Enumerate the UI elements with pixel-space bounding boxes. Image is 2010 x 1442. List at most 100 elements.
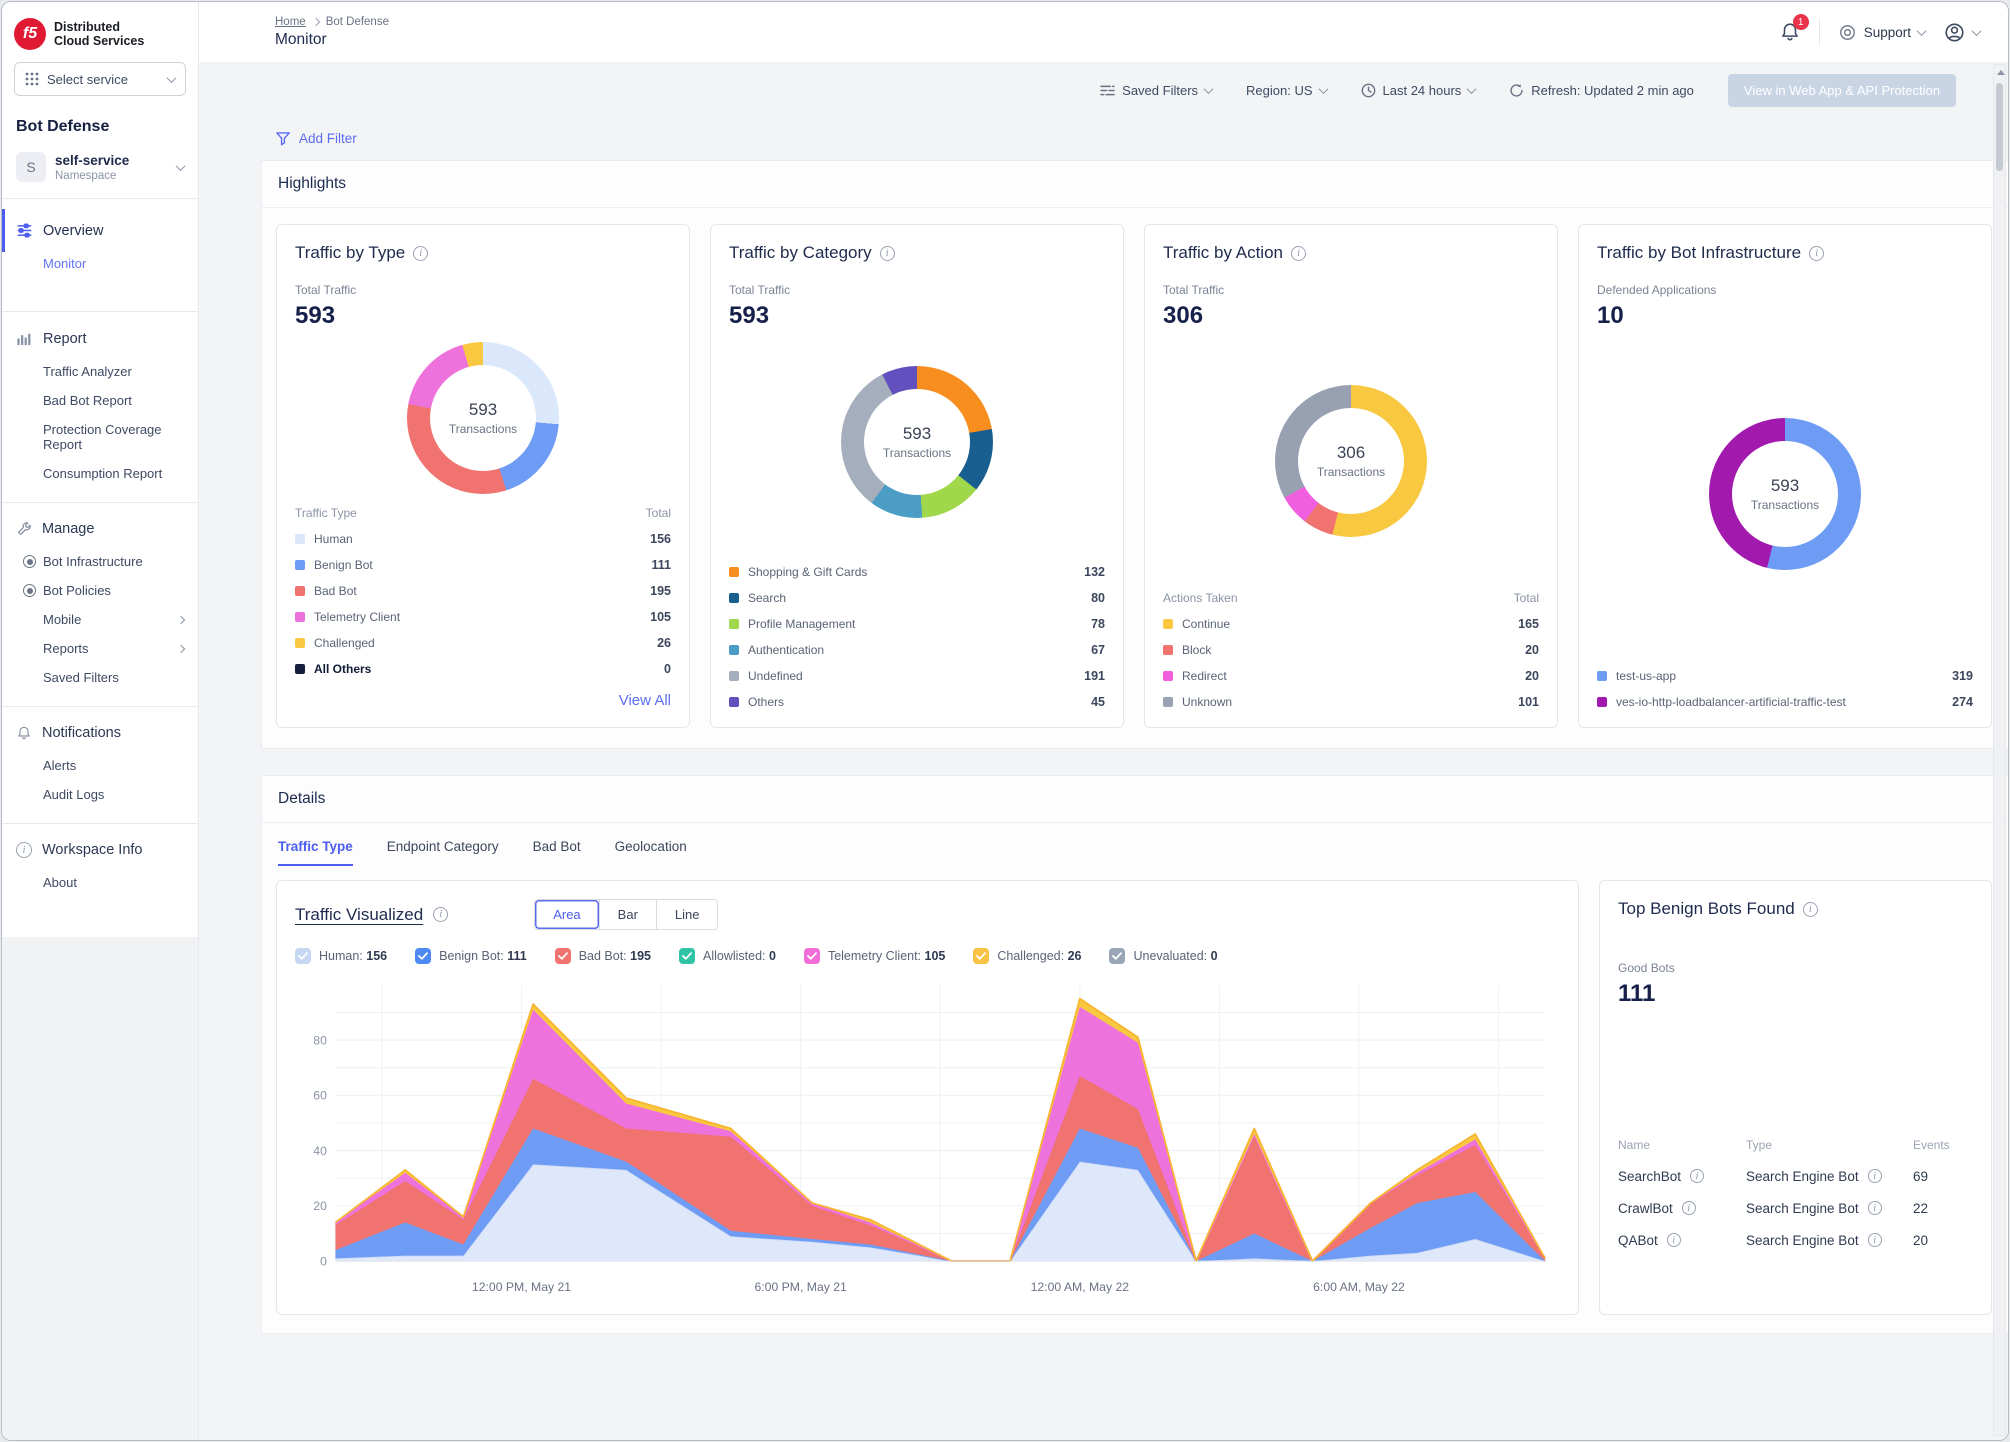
info-icon[interactable]: i [1868,1201,1882,1215]
info-icon[interactable]: i [1667,1233,1681,1247]
legend-color-chip [729,593,739,603]
view-in-waap-button[interactable]: View in Web App & API Protection [1728,74,1956,107]
sidebar-item-alerts[interactable]: Alerts [2,751,198,780]
tab-geolocation[interactable]: Geolocation [615,839,687,866]
svg-text:20: 20 [313,1199,327,1213]
checkbox-icon [1109,948,1125,964]
legend-color-chip [295,586,305,596]
series-checkbox-benign-bot[interactable]: Benign Bot: 111 [415,948,527,964]
series-checkbox-bad-bot[interactable]: Bad Bot: 195 [555,948,651,964]
info-icon[interactable]: i [433,907,448,922]
sidebar-item-traffic-analyzer[interactable]: Traffic Analyzer [2,357,198,386]
scroll-up-arrow-icon[interactable] [1997,70,2005,75]
info-icon[interactable]: i [1868,1233,1882,1247]
series-checkbox-telemetry-client[interactable]: Telemetry Client: 105 [804,948,945,964]
svg-text:40: 40 [313,1144,327,1158]
sidebar-item-protection-coverage-report[interactable]: Protection Coverage Report [2,415,198,459]
donut-center: 593 Transactions [430,365,536,471]
bot-events-cell: 22 [1913,1201,1973,1216]
series-checkbox-unevaluated[interactable]: Unevaluated: 0 [1109,948,1217,964]
bell-icon [16,725,32,741]
chevron-right-icon [177,644,185,652]
legend-color-chip [295,638,305,648]
sidebar-item-mobile[interactable]: Mobile [2,605,198,634]
vertical-scrollbar[interactable] [1993,64,2006,1436]
sidebar-item-bot-infrastructure[interactable]: Bot Infrastructure [2,547,198,576]
svg-text:80: 80 [313,1033,327,1047]
sidebar-group-label: Manage [42,521,94,537]
support-menu[interactable]: Support [1838,23,1925,42]
legend-color-chip [1597,697,1607,707]
series-checkbox-human[interactable]: Human: 156 [295,948,387,964]
breadcrumb-home-link[interactable]: Home [275,16,306,28]
mode-line-button[interactable]: Line [656,900,718,929]
legend-header-label: Traffic Type [295,506,357,520]
sidebar-group-header[interactable]: Report [2,328,198,357]
sidebar-item-label: Bot Policies [43,583,111,598]
sidebar-item-label: Bad Bot Report [43,393,132,408]
scrollbar-thumb[interactable] [1996,83,2003,171]
sidebar-group-manage: Manage Bot Infrastructure Bot Policies M… [2,502,198,706]
sidebar-item-audit-logs[interactable]: Audit Logs [2,780,198,809]
sidebar-item-saved-filters[interactable]: Saved Filters [2,663,198,692]
sidebar-item-bad-bot-report[interactable]: Bad Bot Report [2,386,198,415]
info-icon[interactable]: i [1868,1169,1882,1183]
bots-column-header: Events [1913,1138,1973,1152]
legend-row: Challenged 26 [295,636,671,650]
legend-label: Continue [1182,617,1230,631]
add-filter-button[interactable]: Add Filter [199,117,2008,160]
info-icon[interactable]: i [880,246,895,261]
wrench-icon [16,521,32,537]
info-icon[interactable]: i [1682,1201,1696,1215]
refresh-button[interactable]: Refresh: Updated 2 min ago [1509,83,1694,98]
info-icon[interactable]: i [1291,246,1306,261]
view-all-link[interactable]: View All [295,692,671,709]
time-range-dropdown[interactable]: Last 24 hours [1361,83,1476,98]
donut-center-label: Transactions [449,422,517,436]
sidebar-item-reports[interactable]: Reports [2,634,198,663]
saved-filters-dropdown[interactable]: Saved Filters [1100,83,1212,98]
sidebar-group-header[interactable]: Notifications [2,723,198,751]
notifications-bell-button[interactable]: 1 [1779,21,1801,43]
account-menu[interactable] [1943,21,1980,44]
sidebar-item-monitor[interactable]: Monitor [2,252,198,311]
checkbox-label: Human: 156 [319,949,387,963]
legend-row: Benign Bot 111 [295,558,671,572]
donut-center-value: 593 [903,424,931,444]
legend-value: 319 [1952,669,1973,683]
donut-chart-wrap: 593 Transactions [1597,330,1973,657]
bot-events-cell: 69 [1913,1169,1973,1184]
legend-color-chip [729,697,739,707]
tab-bad-bot[interactable]: Bad Bot [533,839,581,866]
divider [1819,19,1820,45]
chevron-down-icon [1917,26,1927,36]
tab-traffic-type[interactable]: Traffic Type [278,839,353,866]
brand-line1: Distributed [54,20,144,34]
legend-color-chip [1163,697,1173,707]
mode-bar-button[interactable]: Bar [599,900,656,929]
sidebar-group-header[interactable]: Manage [2,519,198,547]
sidebar-group-report: Report Traffic Analyzer Bad Bot Report P… [2,311,198,502]
tab-endpoint-category[interactable]: Endpoint Category [387,839,499,866]
region-dropdown[interactable]: Region: US [1246,83,1326,98]
info-icon[interactable]: i [1803,902,1818,917]
namespace-type-label: Namespace [55,170,129,182]
legend-value: 20 [1525,669,1539,683]
info-icon[interactable]: i [1690,1169,1704,1183]
select-service-dropdown[interactable]: Select service [14,62,186,96]
info-icon[interactable]: i [413,246,428,261]
series-checkbox-allowlisted[interactable]: Allowlisted: 0 [679,948,776,964]
series-checkbox-challenged[interactable]: Challenged: 26 [973,948,1081,964]
mode-area-button[interactable]: Area [535,900,598,929]
info-icon[interactable]: i [1809,246,1824,261]
sidebar-item-consumption-report[interactable]: Consumption Report [2,459,198,488]
sidebar-group-header[interactable]: i Workspace Info [2,840,198,868]
time-range-label: Last 24 hours [1383,83,1462,98]
card-stat-value: 10 [1597,302,1973,330]
sidebar-item-overview[interactable]: Overview [2,209,198,252]
legend-value: 191 [1084,669,1105,683]
sidebar-item-bot-policies[interactable]: Bot Policies [2,576,198,605]
namespace-selector[interactable]: S self-service Namespace [2,148,198,199]
traffic-visualized-header: Traffic Visualized i Area Bar Line [295,899,1560,930]
sidebar-item-about[interactable]: About [2,868,198,897]
